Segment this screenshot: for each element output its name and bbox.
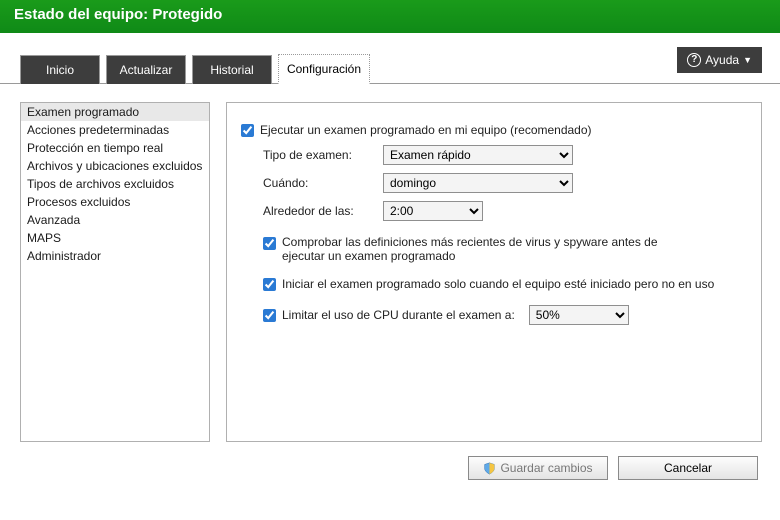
help-icon: ?	[687, 53, 701, 67]
tab-bar: Inicio Actualizar Historial Configuració…	[0, 33, 780, 84]
row-when: Cuándo: domingo	[263, 173, 747, 193]
footer-buttons: Guardar cambios Cancelar	[0, 452, 780, 480]
tab-configuracion[interactable]: Configuración	[278, 54, 370, 84]
save-button[interactable]: Guardar cambios	[468, 456, 608, 480]
cancel-button[interactable]: Cancelar	[618, 456, 758, 480]
label-start-idle: Iniciar el examen programado solo cuando…	[282, 277, 714, 291]
select-cpu[interactable]: 50%	[529, 305, 629, 325]
sidebar-item[interactable]: Avanzada	[21, 211, 209, 229]
row-start-idle: Iniciar el examen programado solo cuando…	[263, 277, 747, 291]
sidebar-item[interactable]: Administrador	[21, 247, 209, 265]
select-when[interactable]: domingo	[383, 173, 573, 193]
help-label: Ayuda	[705, 53, 739, 67]
status-text: Estado del equipo: Protegido	[14, 6, 222, 23]
tab-inicio[interactable]: Inicio	[20, 55, 100, 84]
shield-icon	[483, 462, 496, 475]
sidebar-item[interactable]: Examen programado	[21, 103, 209, 121]
sidebar-item[interactable]: Acciones predeterminadas	[21, 121, 209, 139]
sidebar-item[interactable]: Archivos y ubicaciones excluidos	[21, 157, 209, 175]
help-area: ? Ayuda ▼	[677, 47, 762, 79]
save-label: Guardar cambios	[500, 461, 592, 475]
label-when: Cuándo:	[263, 176, 383, 190]
checkbox-start-idle[interactable]	[263, 278, 276, 291]
row-run-scheduled: Ejecutar un examen programado en mi equi…	[241, 123, 747, 137]
label-check-defs: Comprobar las definiciones más recientes…	[282, 235, 702, 263]
status-header: Estado del equipo: Protegido	[0, 0, 780, 33]
cancel-label: Cancelar	[664, 461, 712, 475]
label-limit-cpu: Limitar el uso de CPU durante el examen …	[282, 308, 515, 322]
content-area: Examen programadoAcciones predeterminada…	[0, 84, 780, 452]
checkbox-limit-cpu[interactable]	[263, 309, 276, 322]
checkbox-run-scheduled[interactable]	[241, 124, 254, 137]
label-around: Alrededor de las:	[263, 204, 383, 218]
help-button[interactable]: ? Ayuda ▼	[677, 47, 762, 73]
sidebar-item[interactable]: Procesos excluidos	[21, 193, 209, 211]
row-around: Alrededor de las: 2:00	[263, 201, 747, 221]
checkbox-check-defs[interactable]	[263, 237, 276, 250]
select-around[interactable]: 2:00	[383, 201, 483, 221]
tab-actualizar[interactable]: Actualizar	[106, 55, 186, 84]
row-check-defs: Comprobar las definiciones más recientes…	[263, 235, 747, 263]
label-run-scheduled: Ejecutar un examen programado en mi equi…	[260, 123, 592, 137]
select-scan-type[interactable]: Examen rápido	[383, 145, 573, 165]
row-limit-cpu: Limitar el uso de CPU durante el examen …	[263, 305, 747, 325]
label-scan-type: Tipo de examen:	[263, 148, 383, 162]
settings-sidebar[interactable]: Examen programadoAcciones predeterminada…	[20, 102, 210, 442]
sidebar-item[interactable]: Protección en tiempo real	[21, 139, 209, 157]
row-scan-type: Tipo de examen: Examen rápido	[263, 145, 747, 165]
sidebar-item[interactable]: MAPS	[21, 229, 209, 247]
chevron-down-icon: ▼	[743, 55, 752, 65]
settings-pane: Ejecutar un examen programado en mi equi…	[226, 102, 762, 442]
sidebar-item[interactable]: Tipos de archivos excluidos	[21, 175, 209, 193]
tab-historial[interactable]: Historial	[192, 55, 272, 84]
